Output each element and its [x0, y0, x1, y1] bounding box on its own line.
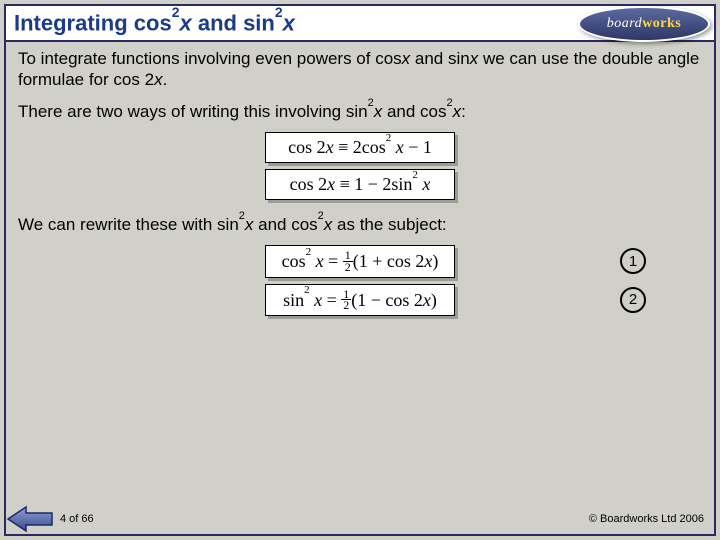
- eqlabel-1-text: 1: [629, 253, 637, 270]
- p1-var-1: x: [402, 49, 411, 68]
- title-sup-2: 2: [275, 4, 283, 20]
- p2-seg-c: and cos: [382, 102, 446, 121]
- f2-sup: 2: [412, 169, 418, 181]
- eqlabel-2-text: 2: [629, 291, 637, 308]
- p3-sup-1: 2: [239, 210, 245, 222]
- f4-eq: =: [322, 289, 341, 309]
- f3-eq: =: [324, 251, 343, 271]
- p2-sup-2: 2: [446, 97, 452, 109]
- footer: 4 of 66 © Boardworks Ltd 2006: [6, 504, 714, 534]
- p2-var-2: x: [453, 102, 462, 121]
- p2-var-1: x: [374, 102, 383, 121]
- f4-pvar: x: [423, 289, 431, 309]
- p1-seg-a: To integrate functions involving even po…: [18, 49, 402, 68]
- f4-half: 12: [341, 289, 351, 312]
- copyright-text: © Boardworks Ltd 2006: [589, 513, 704, 525]
- equation-label-1: 1: [620, 248, 646, 274]
- slide-content: To integrate functions involving even po…: [18, 48, 702, 500]
- f1-lvar: x: [326, 137, 334, 157]
- f4-lvar: x: [310, 289, 323, 309]
- f3-lvar: x: [311, 251, 324, 271]
- f3-lhs: cos: [282, 251, 306, 271]
- f3-paren: (1 + cos 2: [353, 251, 425, 271]
- p3-sup-2: 2: [318, 210, 324, 222]
- p3-seg-c: and cos: [253, 215, 317, 234]
- f1-rvar: x: [391, 137, 404, 157]
- f1-tail: − 1: [404, 137, 432, 157]
- f3-close: ): [432, 251, 438, 271]
- p3-seg-e: as the subject:: [332, 215, 446, 234]
- f2-lvar: x: [327, 174, 335, 194]
- f4-close: ): [431, 289, 437, 309]
- formula-box-4: sin2 x = 12(1 − cos 2x): [265, 284, 455, 317]
- f4-lhs: sin: [283, 289, 304, 309]
- p3-seg-a: We can rewrite these with sin: [18, 215, 239, 234]
- formula-box-1: cos 2x ≡ 2cos2 x − 1: [265, 132, 455, 163]
- f4-paren: (1 − cos 2: [351, 289, 423, 309]
- f1-eq: ≡ 2cos: [334, 137, 386, 157]
- logo-prefix: board: [607, 16, 642, 31]
- paragraph-3: We can rewrite these with sin2x and cos2…: [18, 214, 702, 235]
- f4-lsup: 2: [304, 284, 310, 296]
- title-sup-1: 2: [172, 4, 180, 20]
- prev-slide-button[interactable]: [6, 505, 54, 533]
- paragraph-1: To integrate functions involving even po…: [18, 48, 702, 91]
- p2-seg-a: There are two ways of writing this invol…: [18, 102, 368, 121]
- f2-rvar: x: [418, 174, 431, 194]
- title-seg-1: Integrating cos: [14, 11, 172, 36]
- f4-half-d: 2: [341, 300, 351, 311]
- formula-row-2: cos 2x ≡ 1 − 2sin2 x: [18, 169, 702, 200]
- title-var-2: x: [283, 11, 295, 36]
- formula-box-3: cos2 x = 12(1 + cos 2x): [265, 245, 456, 278]
- p1-seg-g: .: [163, 70, 168, 89]
- title-var-1: x: [179, 11, 191, 36]
- f3-lsup: 2: [306, 246, 312, 258]
- title-seg-2: and sin: [192, 11, 275, 36]
- f2-lhs: cos 2: [290, 174, 328, 194]
- p2-seg-e: :: [461, 102, 466, 121]
- formula-row-4: sin2 x = 12(1 − cos 2x) 2: [18, 284, 702, 317]
- logo-text: boardworks: [607, 16, 682, 32]
- p1-var-3: x: [154, 70, 163, 89]
- page-indicator: 4 of 66: [60, 513, 94, 525]
- f1-lhs: cos 2: [288, 137, 326, 157]
- formula-row-1: cos 2x ≡ 2cos2 x − 1: [18, 132, 702, 163]
- brand-logo: boardworks: [574, 2, 714, 46]
- formula-row-3: cos2 x = 12(1 + cos 2x) 1: [18, 245, 702, 278]
- paragraph-2: There are two ways of writing this invol…: [18, 101, 702, 122]
- p1-seg-c: and sin: [410, 49, 470, 68]
- f1-sup: 2: [386, 132, 392, 144]
- f3-half: 12: [343, 250, 353, 273]
- slide-title: Integrating cos2x and sin2x: [14, 9, 295, 36]
- formula-box-2: cos 2x ≡ 1 − 2sin2 x: [265, 169, 455, 200]
- arrow-left-icon: [6, 505, 54, 533]
- p1-var-2: x: [470, 49, 479, 68]
- p2-sup-1: 2: [368, 97, 374, 109]
- f2-eq: ≡ 1 − 2sin: [335, 174, 412, 194]
- equation-label-2: 2: [620, 287, 646, 313]
- logo-suffix: works: [642, 16, 681, 31]
- f3-half-d: 2: [343, 262, 353, 273]
